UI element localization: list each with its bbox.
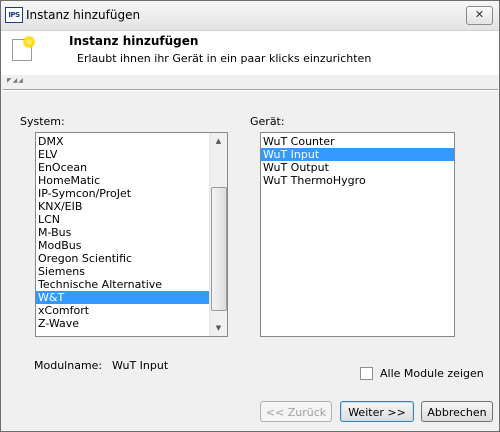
header-subtitle: Erlaubt ihnen ihr Gerät in ein paar klic… <box>77 52 372 65</box>
device-list-item[interactable]: WuT Counter <box>261 135 454 148</box>
system-list-item[interactable]: ModBus <box>36 239 227 252</box>
system-list-item[interactable]: W&T <box>36 291 227 304</box>
show-all-checkbox[interactable] <box>360 367 373 380</box>
header-title: Instanz hinzufügen <box>69 34 199 48</box>
chevron-up-icon[interactable]: ▲ <box>211 133 226 149</box>
system-list-item[interactable]: Oregon Scientific <box>36 252 227 265</box>
system-list-item[interactable]: DMX <box>36 135 227 148</box>
ips-app-icon: IPS <box>5 7 23 23</box>
title-bar[interactable]: IPS Instanz hinzufügen ✕ <box>1 1 499 31</box>
wizard-header: Instanz hinzufügen Erlaubt ihnen ihr Ger… <box>1 31 499 75</box>
system-list-item[interactable]: IP-Symcon/ProJet <box>36 187 227 200</box>
system-list-item[interactable]: Z-Wave <box>36 317 227 330</box>
module-name-label: Modulname: <box>34 359 103 372</box>
device-label: Gerät: <box>250 115 285 128</box>
resize-grip-icon: ◤◢◢ <box>7 77 24 84</box>
scroll-thumb[interactable] <box>211 187 227 311</box>
system-list-item[interactable]: EnOcean <box>36 161 227 174</box>
system-list-item[interactable]: Technische Alternative <box>36 278 227 291</box>
system-scrollbar[interactable]: ▲ ▼ <box>209 133 227 336</box>
system-label: System: <box>20 115 65 128</box>
system-list-item[interactable]: xComfort <box>36 304 227 317</box>
header-divider <box>3 89 498 91</box>
device-list-item[interactable]: WuT ThermoHygro <box>261 174 454 187</box>
button-bar: << Zurück Weiter >> Abbrechen <box>1 389 499 431</box>
system-list-item[interactable]: HomeMatic <box>36 174 227 187</box>
system-list-item[interactable]: ELV <box>36 148 227 161</box>
show-all-label[interactable]: Alle Module zeigen <box>380 367 484 380</box>
close-button[interactable]: ✕ <box>466 6 493 25</box>
window-title: Instanz hinzufügen <box>26 8 141 22</box>
back-button[interactable]: << Zurück <box>260 401 332 422</box>
system-list-item[interactable]: LCN <box>36 213 227 226</box>
device-listbox[interactable]: WuT Counter WuT Input WuT Output WuT Thermo… <box>260 132 455 337</box>
system-listbox[interactable]: DMX ELV EnOcean HomeMatic IP-Symcon/ProJet KN… <box>35 132 228 337</box>
cancel-button[interactable]: Abbrechen <box>421 401 493 422</box>
module-name-value: WuT Input <box>112 359 169 372</box>
device-list-item[interactable]: WuT Input <box>261 148 454 161</box>
dialog-window: IPS Instanz hinzufügen ✕ Instanz hinzufü… <box>0 0 500 432</box>
system-list-item[interactable]: KNX/EIB <box>36 200 227 213</box>
wizard-icon <box>12 35 36 61</box>
close-icon: ✕ <box>474 8 485 21</box>
system-list-item[interactable]: Siemens <box>36 265 227 278</box>
system-list-item[interactable]: M-Bus <box>36 226 227 239</box>
device-list-item[interactable]: WuT Output <box>261 161 454 174</box>
chevron-down-icon[interactable]: ▼ <box>211 320 226 336</box>
next-button[interactable]: Weiter >> <box>340 401 414 422</box>
